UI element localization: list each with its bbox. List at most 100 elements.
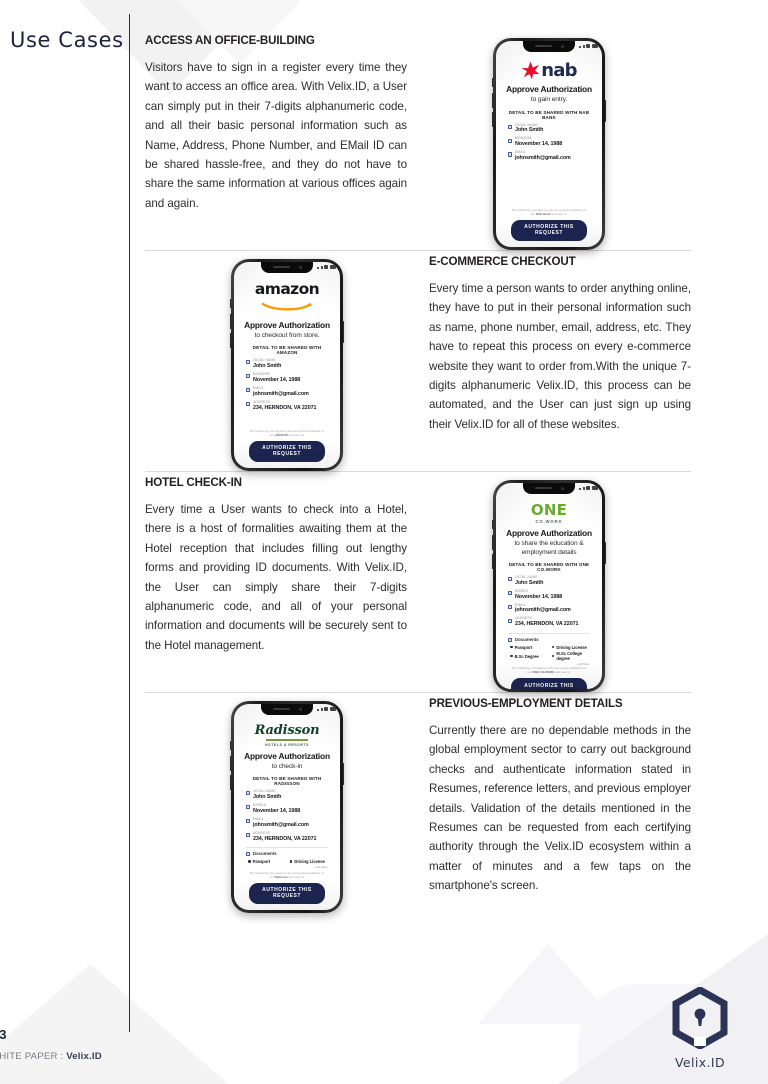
- document-item[interactable]: Passport: [248, 859, 286, 864]
- wifi-icon: [586, 43, 591, 49]
- signal-bar-icon: [317, 708, 320, 712]
- earpiece-speaker-icon: [273, 708, 290, 711]
- detail-value: johnsmith@gmail.com: [514, 155, 571, 162]
- phone-notch: [523, 483, 575, 495]
- detail-row: LEGAL NAME John Smith: [246, 359, 328, 370]
- phone-volume-up-button[interactable]: [229, 756, 232, 771]
- documents-section: Documents Passport Driving License +40 More: [243, 846, 331, 869]
- document-name: M.Sc College degree: [556, 651, 582, 662]
- use-case-text-column: HOTEL CHECK-IN Every time a User wants to…: [145, 472, 407, 655]
- detail-row: ADDRESS 234, HERNDON, VA 22071: [246, 831, 328, 843]
- phone-volume-up-button[interactable]: [229, 314, 232, 329]
- document-item[interactable]: Driving License: [290, 859, 328, 864]
- screen-footer: By continuing, you agree to the terms an…: [243, 871, 331, 910]
- share-header: DETAIL TO BE SHARED WITH ONE CO.WORK: [508, 561, 590, 572]
- phone-power-button[interactable]: [604, 542, 607, 564]
- earpiece-speaker-icon: [535, 487, 552, 490]
- signal-bar-icon: [320, 265, 324, 270]
- phone-volume-down-button[interactable]: [229, 775, 232, 790]
- signal-bar-icon: [579, 45, 582, 49]
- authorize-request-button[interactable]: AUTHORIZE THIS REQUEST: [511, 678, 587, 689]
- battery-icon: [329, 264, 336, 270]
- phone-mockup-amazon: amazon Approve Authorization to checkout f…: [229, 259, 345, 471]
- signal-bar-icon: [582, 486, 586, 491]
- checkbox-icon[interactable]: [246, 852, 251, 857]
- documents-title-row: Documents: [508, 637, 590, 643]
- phone-screen: ONE CO.WORK Approve Authorization to share …: [496, 483, 602, 689]
- detail-row-text: EMAIL johnsmith@gmail.com: [514, 603, 571, 615]
- use-case-section-hotel-check-in: HOTEL CHECK-IN Every time a User wants to…: [145, 472, 691, 692]
- document-item[interactable]: Driving License: [552, 645, 590, 650]
- document-item[interactable]: B.Sc Degree: [510, 651, 548, 661]
- documents-more-label[interactable]: +40 More: [246, 865, 328, 869]
- checkbox-icon[interactable]: [246, 791, 251, 796]
- phone-power-button[interactable]: [342, 321, 345, 343]
- document-item[interactable]: Passport: [510, 645, 548, 650]
- brand-logo-area: nab: [521, 61, 578, 80]
- detail-row-text: MOB/DOB November 14, 1988: [252, 372, 301, 384]
- phone-mute-switch[interactable]: [229, 299, 232, 308]
- battery-icon: [591, 43, 598, 49]
- status-bar: [579, 485, 598, 491]
- checkbox-icon[interactable]: [246, 360, 251, 365]
- radisson-subtext: HOTELS & RESORTS: [264, 742, 310, 747]
- checkbox-icon[interactable]: [246, 805, 251, 810]
- checkbox-icon[interactable]: [508, 124, 513, 129]
- brand-logo-area: Radisson HOTELS & RESORTS: [255, 724, 320, 747]
- phone-mockup-one-cowork: ONE CO.WORK Approve Authorization to share …: [491, 480, 607, 692]
- use-case-section-previous-employment-details: PREVIOUS-EMPLOYMENT DETAILS Currently the…: [145, 693, 691, 913]
- documents-section: Documents Passport Driving License B.Sc Deg…: [505, 632, 593, 666]
- phone-mute-switch[interactable]: [491, 520, 494, 529]
- app-screen-content: nab Approve Authorization to gain entry. DE…: [496, 41, 602, 247]
- detail-row: MOB/DOB November 14, 1988: [508, 137, 590, 148]
- checkbox-icon[interactable]: [508, 577, 513, 582]
- phone-volume-down-button[interactable]: [491, 554, 494, 569]
- authorize-request-button[interactable]: AUTHORIZE THIS REQUEST: [249, 882, 325, 904]
- detail-value: November 14, 1988: [252, 376, 301, 383]
- phone-mute-switch[interactable]: [491, 78, 494, 87]
- detail-row: EMAIL johnsmith@gmail.com: [246, 817, 328, 829]
- legal-disclaimer: By continuing, you agree to the terms an…: [250, 870, 324, 879]
- checkbox-icon[interactable]: [246, 832, 251, 837]
- earpiece-speaker-icon: [535, 45, 552, 48]
- checkbox-icon[interactable]: [508, 590, 513, 596]
- checkbox-icon[interactable]: [246, 374, 251, 379]
- checkbox-icon[interactable]: [508, 618, 513, 623]
- phone-volume-down-button[interactable]: [229, 333, 232, 348]
- document-name: Passport: [252, 858, 271, 864]
- phone-power-button[interactable]: [604, 100, 607, 122]
- detail-value: johnsmith@gmail.com: [514, 607, 571, 614]
- phone-volume-up-button[interactable]: [491, 535, 494, 550]
- signal-bar-icon: [320, 707, 324, 712]
- document-name: Driving License: [294, 858, 325, 864]
- phone-volume-up-button[interactable]: [491, 93, 494, 108]
- one-cowork-logo: ONE CO.WORK: [531, 503, 567, 525]
- document-item[interactable]: M.Sc College degree: [552, 651, 590, 661]
- share-header: DETAIL TO BE SHARED WITH NAB Bank: [508, 109, 590, 120]
- detail-rows: LEGAL NAME John Smith MOB/DOB November 14, …: [243, 359, 331, 414]
- authorize-request-button[interactable]: AUTHORIZE THIS REQUEST: [511, 219, 587, 241]
- phone-mute-switch[interactable]: [229, 741, 232, 750]
- detail-row-text: MOB/DOB November 14, 1988: [515, 137, 562, 148]
- checkbox-icon[interactable]: [246, 401, 251, 406]
- checkbox-icon[interactable]: [508, 604, 513, 609]
- checkbox-icon[interactable]: [246, 387, 251, 393]
- detail-rows: LEGAL NAME John Smith MOB/DOB November 14, …: [505, 123, 593, 166]
- authorize-request-button[interactable]: AUTHORIZE THIS REQUEST: [249, 440, 325, 462]
- detail-row: LEGAL NAME John Smith: [246, 790, 328, 801]
- phone-volume-down-button[interactable]: [491, 112, 494, 127]
- detail-row: ADDRESS 234, HERNDON, VA 22071: [508, 617, 590, 628]
- phone-notch: [261, 262, 313, 274]
- checkbox-icon[interactable]: [508, 637, 513, 643]
- nab-logo: nab: [521, 61, 578, 80]
- use-case-title: HOTEL CHECK-IN: [145, 476, 242, 489]
- detail-value: November 14, 1988: [514, 141, 563, 148]
- amazon-wordmark: amazon: [254, 280, 320, 299]
- checkbox-icon[interactable]: [508, 152, 513, 157]
- detail-row: EMAIL johnsmith@gmail.com: [246, 386, 328, 398]
- use-case-body: Every time a User wants to check into a …: [145, 503, 407, 652]
- phone-power-button[interactable]: [342, 763, 345, 785]
- checkbox-icon[interactable]: [246, 818, 251, 824]
- checkbox-icon[interactable]: [508, 138, 513, 143]
- share-header: DETAIL TO BE SHARED WITH Radisson: [252, 776, 322, 787]
